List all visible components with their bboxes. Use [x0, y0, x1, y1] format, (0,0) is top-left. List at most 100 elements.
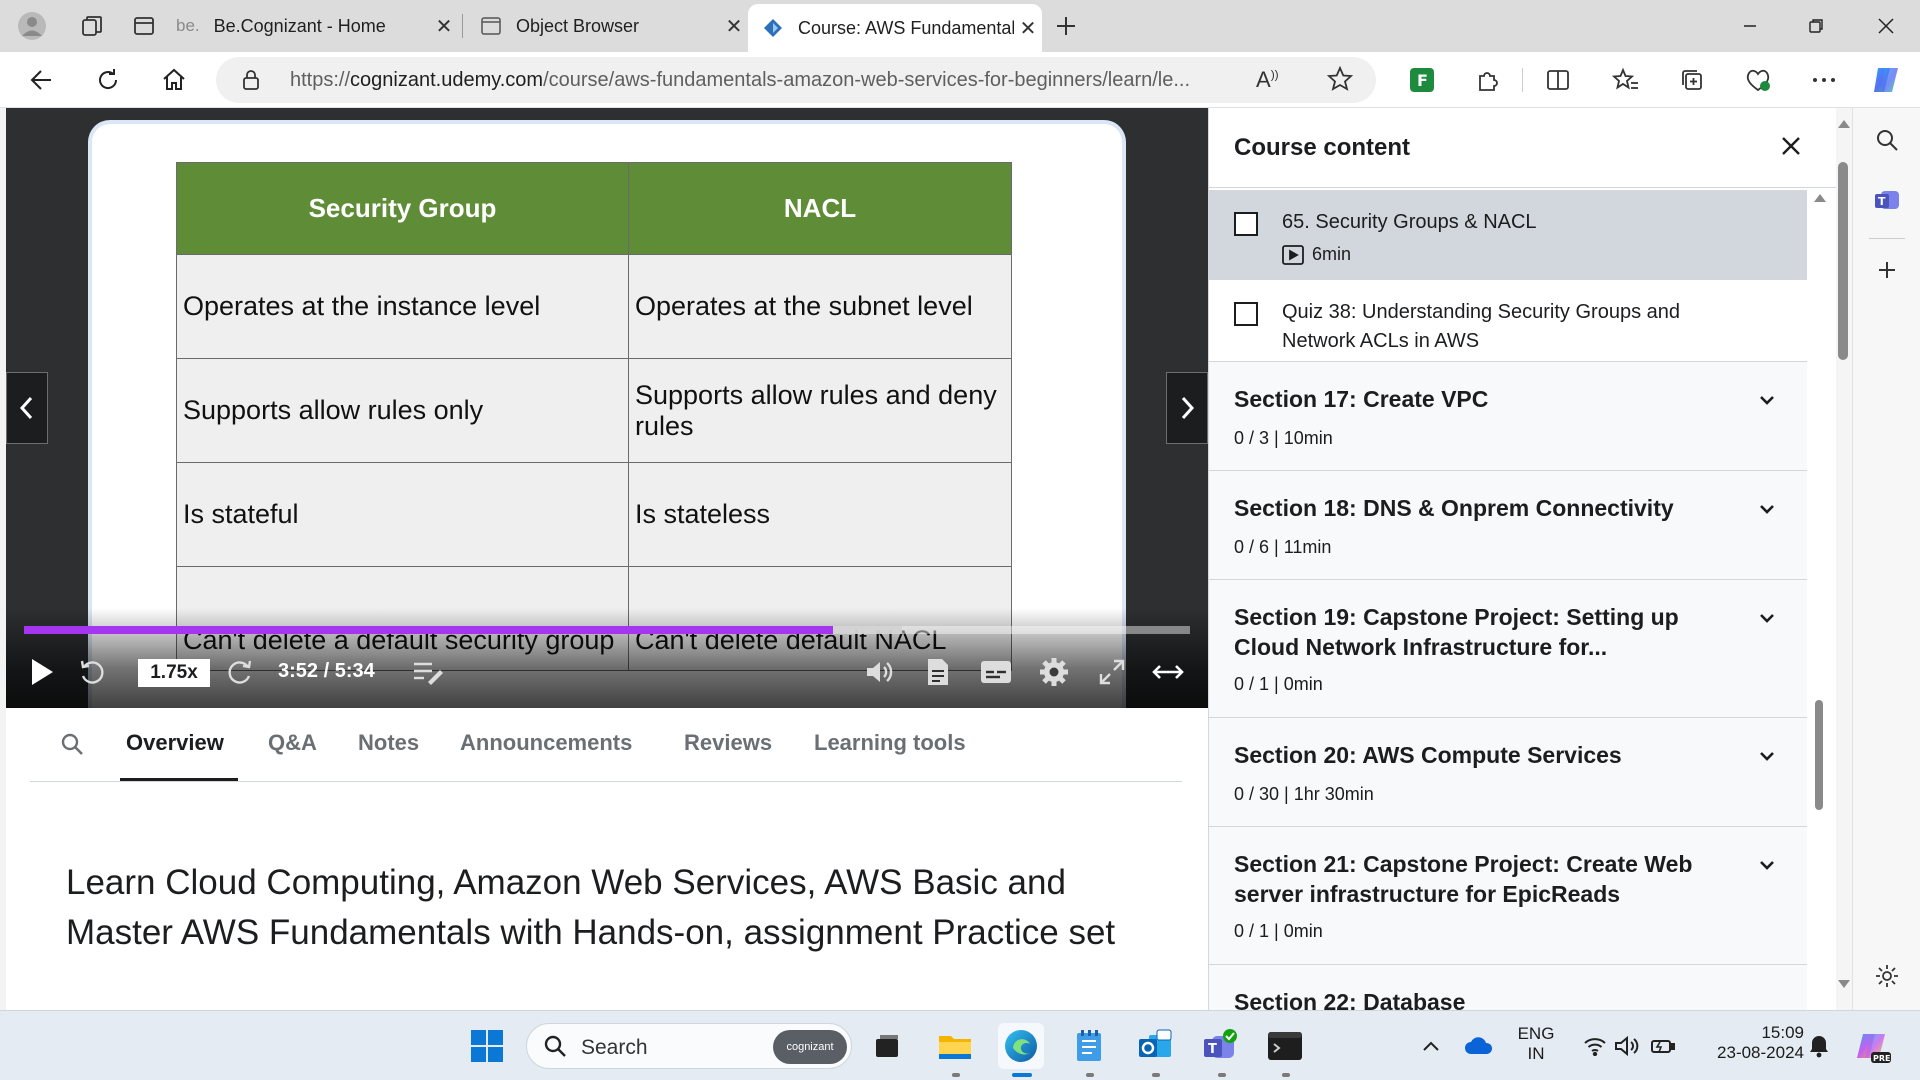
section-20[interactable]: Section 20: AWS Compute Services 0 / 30 … — [1209, 718, 1807, 827]
clock[interactable]: 15:09 23-08-2024 — [1692, 1023, 1804, 1063]
search-icon[interactable] — [1869, 122, 1905, 158]
refresh-icon[interactable] — [90, 62, 126, 98]
section-19[interactable]: Section 19: Capstone Project: Setting up… — [1209, 580, 1807, 718]
favorites-icon[interactable] — [1608, 62, 1644, 98]
forward-5s-icon[interactable] — [222, 654, 258, 690]
progress-bar[interactable] — [24, 626, 1190, 634]
playback-speed-button[interactable]: 1.75x — [138, 659, 210, 687]
table-row: Supports allow rules only Supports allow… — [176, 358, 1012, 463]
workspaces-icon[interactable] — [74, 8, 110, 44]
chevron-down-icon[interactable] — [1757, 499, 1777, 519]
close-window-icon[interactable] — [1856, 6, 1916, 46]
edge-browser-icon[interactable] — [998, 1023, 1044, 1069]
volume-icon[interactable] — [862, 654, 898, 690]
vertical-tabs-icon[interactable] — [126, 8, 162, 44]
collections-icon[interactable] — [1674, 62, 1710, 98]
tab-be-cognizant[interactable]: be. Be.Cognizant - Home ✕ — [170, 4, 458, 48]
chevron-down-icon[interactable] — [1757, 855, 1777, 875]
add-app-icon[interactable] — [1869, 252, 1905, 288]
teams-icon[interactable]: T — [1198, 1023, 1244, 1069]
outlook-icon[interactable] — [1132, 1023, 1178, 1069]
url-text[interactable]: https://cognizant.udemy.com/course/aws-f… — [290, 69, 1230, 92]
section-meta: 0 / 1 | 0min — [1234, 674, 1323, 694]
restore-icon[interactable] — [1786, 6, 1846, 46]
lecture-checkbox[interactable] — [1234, 212, 1258, 236]
minimize-icon[interactable] — [1720, 6, 1780, 46]
language-bottom: IN — [1527, 1044, 1545, 1063]
sidebar-scrollbar[interactable] — [1813, 192, 1827, 992]
running-indicator — [1086, 1073, 1094, 1077]
section-meta: 0 / 6 | 11min — [1234, 537, 1332, 557]
tab-overview[interactable]: Overview — [126, 730, 224, 756]
tab-qa[interactable]: Q&A — [268, 730, 317, 756]
section-22[interactable]: Section 22: Database — [1209, 965, 1807, 1010]
captions-icon[interactable] — [978, 654, 1014, 690]
file-explorer-icon[interactable] — [932, 1023, 978, 1069]
rewind-5s-icon[interactable] — [74, 654, 110, 690]
extensions-puzzle-icon[interactable] — [1470, 62, 1506, 98]
tab-aws-course[interactable]: Course: AWS Fundamentals - Am ✕ — [748, 4, 1042, 52]
tab-reviews[interactable]: Reviews — [684, 730, 772, 756]
chevron-down-icon[interactable] — [1757, 390, 1777, 410]
section-21[interactable]: Section 21: Capstone Project: Create Web… — [1209, 827, 1807, 965]
language-top: ENG — [1517, 1024, 1555, 1043]
play-icon[interactable] — [24, 654, 60, 690]
expand-width-icon[interactable] — [1148, 654, 1188, 690]
video-player[interactable]: Security Group NACL Operates at the inst… — [6, 108, 1208, 708]
course-tabs: Overview Q&A Notes Announcements Reviews… — [30, 708, 1182, 782]
settings-gear-icon[interactable] — [1036, 654, 1072, 690]
profile-icon[interactable] — [14, 8, 50, 44]
favorite-star-icon[interactable] — [1326, 65, 1354, 98]
copilot-preview-icon[interactable]: PRE — [1850, 1023, 1896, 1069]
copilot-icon[interactable] — [1868, 62, 1904, 98]
close-tab-icon[interactable]: ✕ — [1014, 14, 1042, 42]
home-icon[interactable] — [156, 62, 192, 98]
address-bar[interactable]: https://cognizant.udemy.com/course/aws-f… — [216, 57, 1376, 103]
new-tab-icon[interactable] — [1048, 8, 1084, 44]
show-hidden-icons-chevron[interactable] — [1408, 1023, 1454, 1069]
close-icon[interactable] — [1779, 134, 1809, 164]
terminal-icon[interactable] — [1262, 1023, 1308, 1069]
lecture-item-quiz[interactable]: Quiz 38: Understanding Security Groups a… — [1209, 280, 1807, 362]
add-note-icon[interactable] — [410, 654, 446, 690]
tab-notes[interactable]: Notes — [358, 730, 419, 756]
previous-lecture-button[interactable] — [6, 372, 48, 444]
next-lecture-button[interactable] — [1166, 372, 1208, 444]
table-cell: Operates at the subnet level — [628, 254, 1012, 359]
notepad-icon[interactable] — [1066, 1023, 1112, 1069]
windows-start-icon[interactable] — [464, 1023, 510, 1069]
more-menu-icon[interactable] — [1806, 62, 1842, 98]
tab-object-browser[interactable]: Object Browser ✕ — [468, 4, 748, 48]
back-icon[interactable] — [24, 62, 60, 98]
split-screen-icon[interactable] — [1540, 62, 1576, 98]
chevron-down-icon[interactable] — [1757, 746, 1777, 766]
extension-green-icon[interactable]: F — [1404, 62, 1440, 98]
teams-icon[interactable]: T — [1869, 182, 1905, 218]
task-view-icon[interactable] — [864, 1023, 910, 1069]
transcript-icon[interactable] — [920, 654, 956, 690]
tab-learning-tools[interactable]: Learning tools — [814, 730, 966, 756]
sidebar-scroll-thumb[interactable] — [1815, 700, 1823, 810]
page-scroll-thumb[interactable] — [1838, 162, 1848, 360]
close-tab-icon[interactable]: ✕ — [720, 12, 748, 40]
lecture-checkbox[interactable] — [1234, 302, 1258, 326]
notification-bell-icon[interactable] — [1796, 1023, 1842, 1069]
settings-gear-icon[interactable] — [1869, 958, 1905, 994]
close-tab-icon[interactable]: ✕ — [430, 12, 458, 40]
section-18[interactable]: Section 18: DNS & Onprem Connectivity 0 … — [1209, 471, 1807, 580]
search-icon[interactable] — [60, 732, 84, 761]
browser-essentials-icon[interactable] — [1740, 62, 1776, 98]
language-indicator[interactable]: ENG IN — [1516, 1024, 1556, 1064]
fullscreen-icon[interactable] — [1094, 654, 1130, 690]
onedrive-icon[interactable] — [1456, 1023, 1502, 1069]
battery-icon[interactable] — [1640, 1023, 1686, 1069]
section-meta: 0 / 30 | 1hr 30min — [1234, 784, 1374, 804]
section-17[interactable]: Section 17: Create VPC 0 / 3 | 10min — [1209, 362, 1807, 471]
read-aloud-icon[interactable]: A)) — [1256, 67, 1279, 93]
section-title: Section 21: Capstone Project: Create Web… — [1234, 851, 1693, 907]
lock-icon[interactable] — [242, 69, 260, 96]
chevron-down-icon[interactable] — [1757, 608, 1777, 628]
tab-announcements[interactable]: Announcements — [460, 730, 632, 756]
lecture-item-current[interactable]: 65. Security Groups & NACL 6min — [1209, 190, 1807, 280]
taskbar-search[interactable]: Search cognizant — [526, 1023, 852, 1069]
